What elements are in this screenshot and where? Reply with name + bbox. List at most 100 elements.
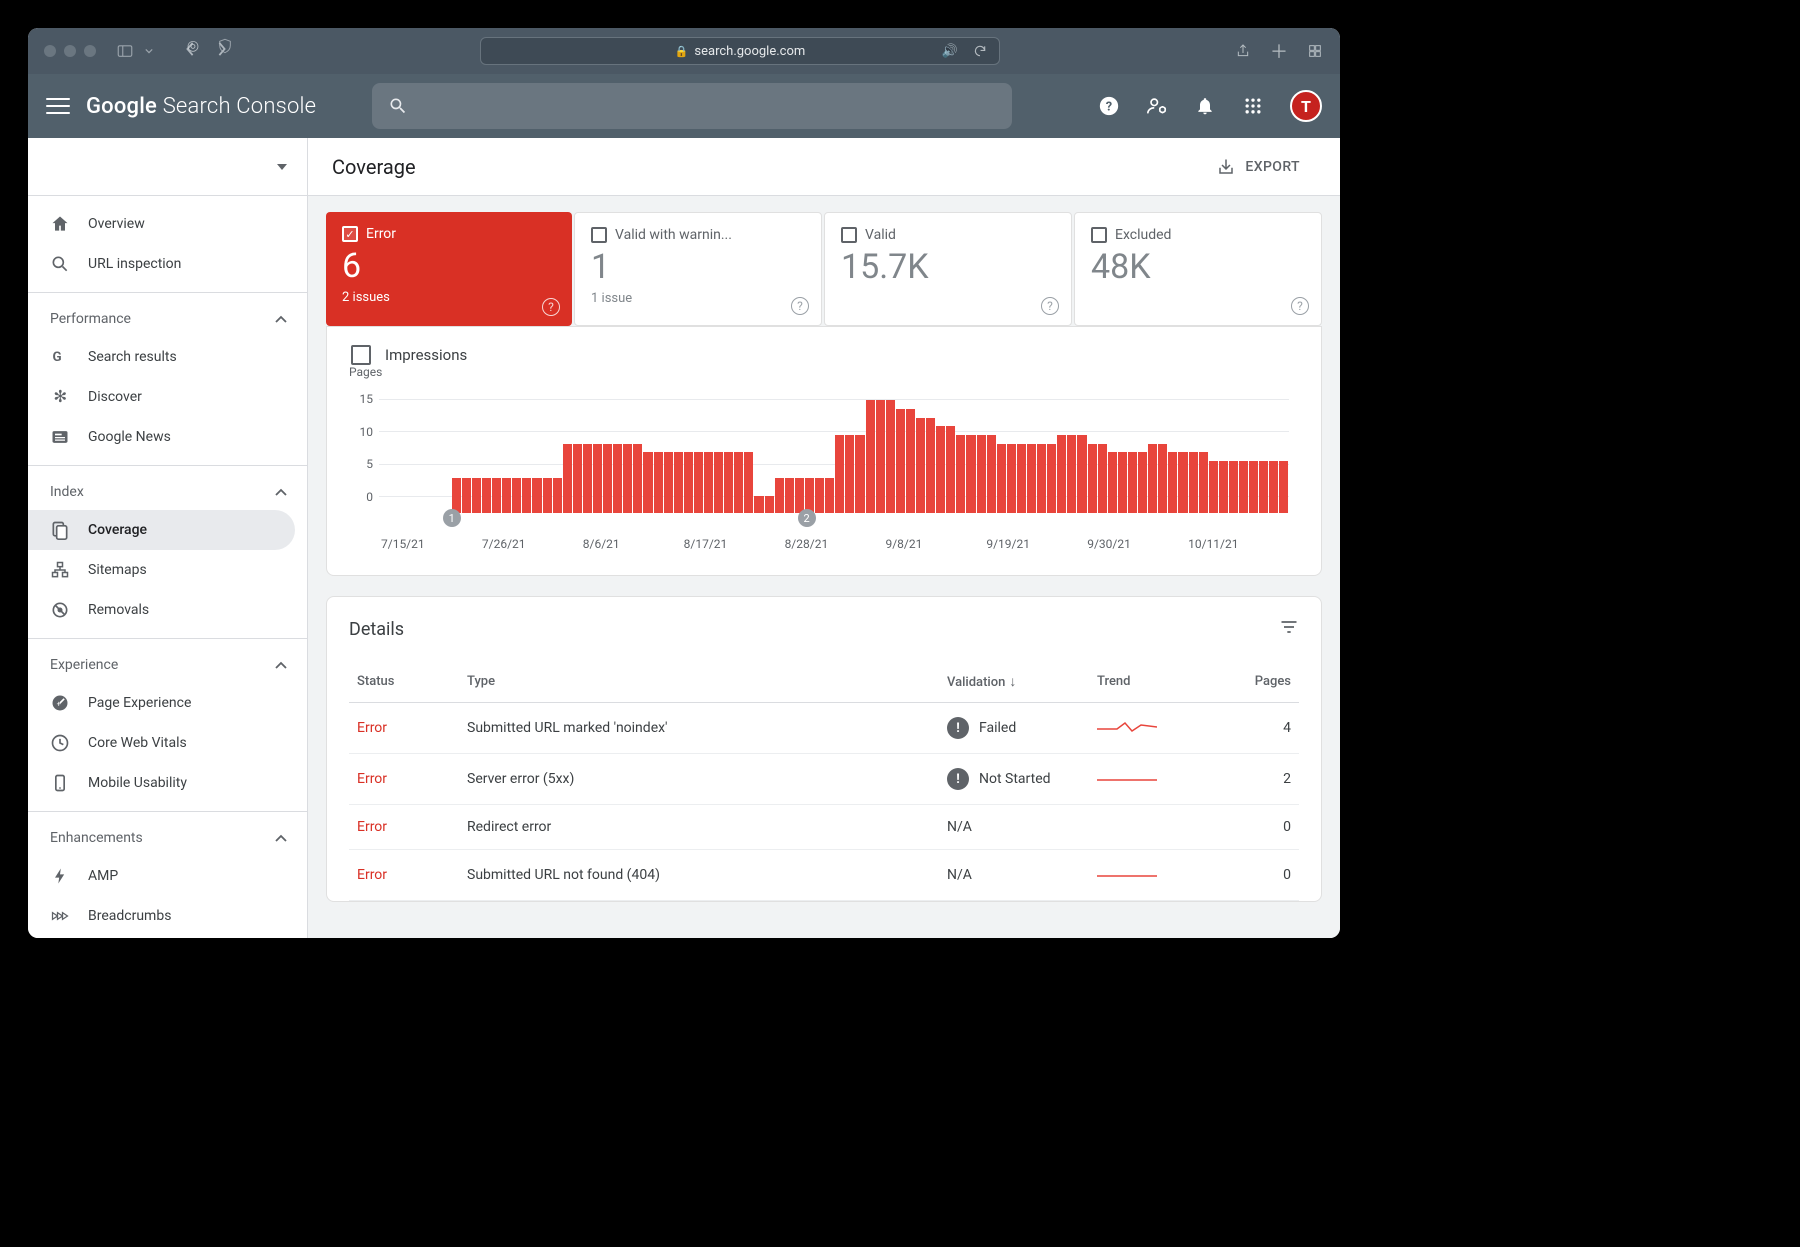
chart-bar[interactable]	[916, 418, 925, 513]
table-row[interactable]: ErrorServer error (5xx)!Not Started2	[349, 754, 1299, 805]
table-row[interactable]: ErrorSubmitted URL marked 'noindex'!Fail…	[349, 703, 1299, 754]
chart-bar[interactable]	[543, 478, 552, 513]
chart-bar[interactable]	[714, 452, 723, 513]
chart-bar[interactable]	[674, 452, 683, 513]
chart-bar[interactable]	[573, 444, 582, 513]
chart-bar[interactable]	[1138, 452, 1147, 513]
new-tab-icon[interactable]: ＋	[1270, 42, 1288, 60]
help-icon[interactable]: ?	[1291, 297, 1309, 315]
chart-bar[interactable]	[1118, 452, 1127, 513]
chart-bar[interactable]	[583, 444, 592, 513]
status-card-error[interactable]: Error62 issues?	[326, 212, 572, 326]
sidebar-item-events[interactable]: Events	[28, 936, 295, 938]
chart-bar[interactable]	[1088, 444, 1097, 513]
chart-bar[interactable]	[623, 444, 632, 513]
chart-bar[interactable]	[704, 452, 713, 513]
export-button[interactable]: EXPORT	[1201, 150, 1316, 184]
chart-bar[interactable]	[482, 478, 491, 513]
help-icon[interactable]: ?	[542, 298, 560, 316]
chevron-down-icon[interactable]	[140, 42, 158, 60]
chart-bar[interactable]	[1007, 444, 1016, 513]
chart-bar[interactable]	[956, 435, 965, 513]
sidebar-toggle-icon[interactable]	[116, 42, 134, 60]
chart-bar[interactable]	[987, 435, 996, 513]
chart-bar[interactable]	[1037, 444, 1046, 513]
chart-bar[interactable]	[765, 496, 774, 513]
sidebar-item-removals[interactable]: Removals	[28, 590, 295, 630]
chart-bar[interactable]	[785, 478, 794, 513]
col-status[interactable]: Status	[349, 661, 459, 703]
chart-bar[interactable]	[835, 435, 844, 513]
chart-bar[interactable]	[643, 452, 652, 513]
chart-bar[interactable]	[724, 452, 733, 513]
reload-icon[interactable]	[971, 42, 989, 60]
sidebar-item-search-results[interactable]: GSearch results	[28, 337, 295, 377]
sidebar-item-overview[interactable]: Overview	[28, 204, 295, 244]
chart-bar[interactable]	[1219, 461, 1228, 513]
chart-bar[interactable]	[1229, 461, 1238, 513]
col-pages[interactable]: Pages	[1219, 661, 1299, 703]
chart-bar[interactable]	[1017, 444, 1026, 513]
sidebar-item-url-inspection[interactable]: URL inspection	[28, 244, 295, 284]
search-input[interactable]	[372, 83, 1012, 129]
sidebar-item-core-web-vitals[interactable]: Core Web Vitals	[28, 723, 295, 763]
maximize-window-icon[interactable]	[84, 45, 96, 57]
chart-bar[interactable]	[1158, 444, 1167, 513]
chart-bar[interactable]	[522, 478, 531, 513]
chart-bar[interactable]	[452, 478, 461, 513]
chart-bar[interactable]	[866, 400, 875, 513]
chart-bar[interactable]	[654, 452, 663, 513]
sidebar-item-mobile-usability[interactable]: Mobile Usability	[28, 763, 295, 803]
property-selector[interactable]	[28, 138, 307, 196]
chart-bar[interactable]	[633, 444, 642, 513]
chart-bar[interactable]	[876, 400, 885, 513]
chart-bar[interactable]	[1168, 452, 1177, 513]
chart-bar[interactable]	[795, 478, 804, 513]
chart-bar[interactable]	[896, 409, 905, 513]
status-card-warn[interactable]: Valid with warnin...11 issue?	[574, 212, 822, 326]
chart-bar[interactable]	[1239, 461, 1248, 513]
chart-bar[interactable]	[886, 400, 895, 513]
chart-bar[interactable]	[936, 426, 945, 513]
help-icon[interactable]: ?	[791, 297, 809, 315]
chart-bar[interactable]	[1067, 435, 1076, 513]
chart-bar[interactable]	[946, 426, 955, 513]
chart-bar[interactable]	[694, 452, 703, 513]
sidebar-heading-performance[interactable]: Performance	[28, 301, 307, 337]
chart-bar[interactable]	[825, 478, 834, 513]
chart-bar[interactable]	[1178, 452, 1187, 513]
notifications-icon[interactable]	[1194, 95, 1216, 117]
chart-bar[interactable]	[805, 478, 814, 513]
chart-bar[interactable]	[754, 496, 763, 513]
close-window-icon[interactable]	[44, 45, 56, 57]
chart-bar[interactable]	[512, 478, 521, 513]
chart-bar[interactable]	[1148, 444, 1157, 513]
apps-grid-icon[interactable]	[1242, 95, 1264, 117]
menu-button[interactable]	[46, 94, 70, 118]
sidebar-item-google-news[interactable]: Google News	[28, 417, 295, 457]
sidebar-heading-experience[interactable]: Experience	[28, 647, 307, 683]
chart-bar[interactable]	[613, 444, 622, 513]
filter-button[interactable]	[1279, 617, 1299, 641]
chart-bar[interactable]	[1189, 452, 1198, 513]
sidebar-heading-index[interactable]: Index	[28, 474, 307, 510]
chart-bar[interactable]	[684, 452, 693, 513]
chart-bar[interactable]	[1199, 452, 1208, 513]
status-card-valid[interactable]: Valid15.7K?	[824, 212, 1072, 326]
chart-bar[interactable]	[1269, 461, 1278, 513]
chart-bar[interactable]	[1047, 444, 1056, 513]
col-validation[interactable]: Validation↓	[939, 661, 1089, 703]
sidebar-item-amp[interactable]: AMP	[28, 856, 295, 896]
chart-marker[interactable]: 1	[443, 509, 461, 527]
chart-bar[interactable]	[906, 409, 915, 513]
chart-bar[interactable]	[532, 478, 541, 513]
chart-bar[interactable]	[775, 478, 784, 513]
sidebar-item-page-experience[interactable]: +Page Experience	[28, 683, 295, 723]
shield-icon[interactable]	[216, 37, 234, 55]
chart-bar[interactable]	[664, 452, 673, 513]
privacy-report-icon[interactable]: ◎	[184, 37, 202, 55]
chart-bar[interactable]	[855, 435, 864, 513]
chart-bar[interactable]	[734, 452, 743, 513]
chart-bar[interactable]	[1027, 444, 1036, 513]
chart-marker[interactable]: 2	[798, 509, 816, 527]
